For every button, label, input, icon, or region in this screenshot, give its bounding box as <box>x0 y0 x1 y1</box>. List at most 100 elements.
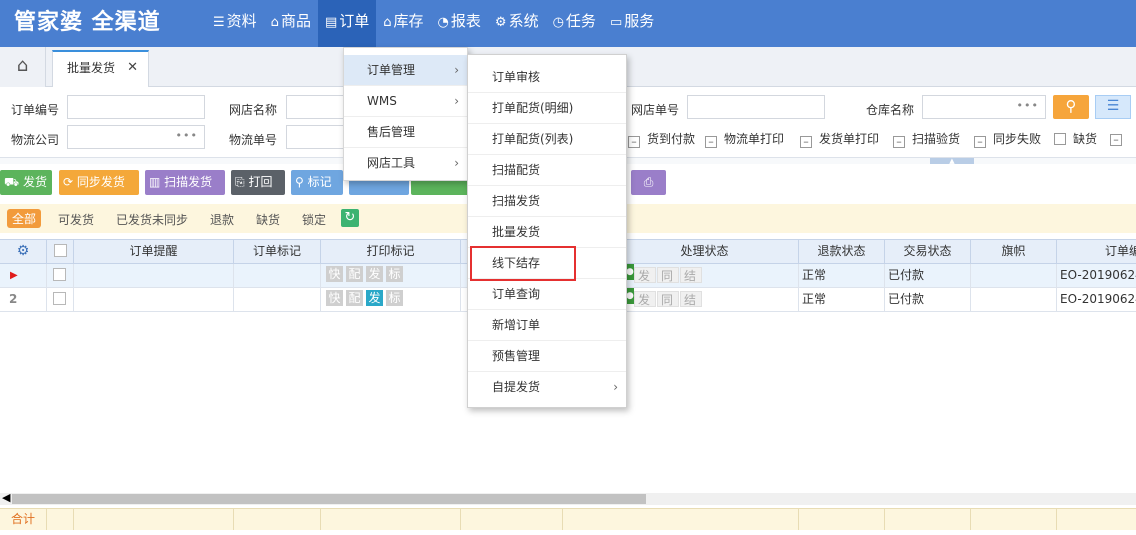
col-trade-status[interactable]: 交易状态 <box>885 240 971 263</box>
quick-filter-shipped-unsynced[interactable]: 已发货未同步 <box>116 211 188 228</box>
truck-icon: ⛟ <box>4 175 20 189</box>
col-flag[interactable]: 旗帜 <box>971 240 1057 263</box>
nav-item-data[interactable]: ☰ 资料 <box>206 0 264 47</box>
check-ship-doc-print[interactable]: – 发货单打印 <box>800 130 879 148</box>
nav-item-system[interactable]: ⚙ 系统 <box>488 0 546 47</box>
tab-label: 批量发货 <box>67 61 116 75</box>
nav-item-reports[interactable]: ◔ 报表 <box>431 0 488 47</box>
horizontal-scrollbar[interactable]: ◀ <box>0 491 1136 505</box>
submenu-order-review[interactable]: 订单审核 <box>468 62 626 93</box>
checkbox-empty-icon <box>1054 133 1066 145</box>
col-order-reminder[interactable]: 订单提醒 <box>74 240 234 263</box>
trade-status-cell: 已付款 <box>885 288 971 311</box>
nav-item-inventory[interactable]: ⌂ 库存 <box>376 0 430 47</box>
totals-footer: 合计 <box>0 508 1136 530</box>
checkbox-indeterminate-icon: – <box>893 136 905 148</box>
check-scan-verify[interactable]: – 扫描验货 <box>893 130 960 148</box>
total-cell <box>461 509 563 530</box>
submenu-presale[interactable]: 预售管理 <box>468 341 626 372</box>
total-label: 合计 <box>0 509 47 530</box>
gear-icon[interactable]: ⚙ <box>0 240 47 263</box>
ship-button[interactable]: ⛟ 发货 <box>0 170 52 195</box>
search-icon: ⚲ <box>1065 97 1077 115</box>
nav-item-tasks[interactable]: ◷ 任务 <box>546 0 603 47</box>
col-order-mark[interactable]: 订单标记 <box>234 240 321 263</box>
close-icon[interactable]: ✕ <box>127 52 138 84</box>
search-button[interactable]: ⚲ <box>1053 95 1089 119</box>
print-button[interactable]: ⎙ <box>631 170 666 195</box>
order-mark-cell <box>234 288 321 311</box>
row-select-cell[interactable] <box>47 264 74 287</box>
select-all-checkbox[interactable] <box>53 244 67 257</box>
quick-filter-shippable[interactable]: 可发货 <box>58 211 94 228</box>
stage-close: 结 <box>680 267 703 283</box>
submenu-scan-ship[interactable]: 扫描发货 <box>468 186 626 217</box>
submenu-print-pick-detail[interactable]: 打单配货(明细) <box>468 93 626 124</box>
mark-button[interactable]: ⚲ 标记 <box>291 170 343 195</box>
submenu-print-pick-list[interactable]: 打单配货(列表) <box>468 124 626 155</box>
col-refund-status[interactable]: 退款状态 <box>799 240 885 263</box>
check-label: 货到付款 <box>647 132 696 146</box>
select-all-cell[interactable] <box>47 240 74 263</box>
refresh-icon[interactable]: ↻ <box>341 209 359 227</box>
more-dots-icon: ••• <box>1016 99 1039 112</box>
total-cell <box>799 509 885 530</box>
stage-start-icon: ● <box>626 288 634 304</box>
logistics-company-select[interactable]: ••• <box>67 125 205 149</box>
row-select-cell[interactable] <box>47 288 74 311</box>
scan-ship-button[interactable]: ▥ 扫描发货 <box>145 170 225 195</box>
submenu-scan-pick[interactable]: 扫描配货 <box>468 155 626 186</box>
check-out-of-stock[interactable]: 缺货 <box>1054 130 1097 147</box>
submenu-order-query[interactable]: 订单查询 <box>468 279 626 310</box>
order-no-input[interactable] <box>67 95 205 119</box>
quick-filter-out-of-stock[interactable]: 缺货 <box>256 211 280 228</box>
print-back-button[interactable]: ⎘ 打回 <box>231 170 285 195</box>
quick-filter-refund[interactable]: 退款 <box>210 211 234 228</box>
checkbox-indeterminate-icon: – <box>628 136 640 148</box>
nav-label: 商品 <box>280 12 311 30</box>
nav-label: 报表 <box>450 12 481 30</box>
shop-order-no-input[interactable] <box>687 95 825 119</box>
logistics-no-input[interactable] <box>286 125 346 149</box>
nav-item-orders[interactable]: ▤ 订单 <box>317 0 377 47</box>
row-checkbox[interactable] <box>53 292 66 305</box>
check-more[interactable]: – <box>1110 130 1129 146</box>
menu-item-label: WMS <box>367 94 397 108</box>
shop-name-input[interactable] <box>286 95 346 119</box>
menu-item-after-sales[interactable]: 售后管理 <box>344 117 467 148</box>
chevron-right-icon: › <box>454 63 459 77</box>
check-logistics-print[interactable]: – 物流单打印 <box>705 130 784 148</box>
print-mark-cell: 快配发标 <box>321 288 461 311</box>
scroll-left-icon[interactable]: ◀ <box>2 491 10 504</box>
checkbox-indeterminate-icon: – <box>705 136 717 148</box>
submenu-batch-ship[interactable]: 批量发货 <box>468 217 626 248</box>
warehouse-select[interactable]: ••• <box>922 95 1046 119</box>
submenu-pickup-ship[interactable]: 自提发货 › <box>468 372 626 403</box>
menu-item-order-management[interactable]: 订单管理 › <box>344 55 467 86</box>
total-cell <box>971 509 1057 530</box>
document-icon: ▤ <box>324 15 338 30</box>
submenu-new-order[interactable]: 新增订单 <box>468 310 626 341</box>
collapse-arrow-icon[interactable]: ▲ <box>930 158 974 165</box>
button-label: 同步发货 <box>76 175 125 189</box>
nav-item-products[interactable]: ⌂ 商品 <box>264 0 318 47</box>
row-checkbox[interactable] <box>53 268 66 281</box>
col-print-mark[interactable]: 打印标记 <box>321 240 461 263</box>
shop-name-label: 网店名称 <box>229 103 278 117</box>
check-sync-failed[interactable]: – 同步失败 <box>974 130 1041 148</box>
shop-order-no-label: 网店单号 <box>631 103 680 117</box>
tab-batch-ship[interactable]: 批量发货 ✕ <box>52 50 149 87</box>
home-icon[interactable]: ⌂ <box>0 47 46 87</box>
scrollbar-thumb[interactable] <box>12 494 646 504</box>
col-order-no[interactable]: 订单编 <box>1057 240 1136 263</box>
menu-item-wms[interactable]: WMS › <box>344 86 467 117</box>
quick-filter-locked[interactable]: 锁定 <box>302 211 326 228</box>
more-filters-button[interactable]: ☰ <box>1095 95 1131 119</box>
nav-item-service[interactable]: ▭ 服务 <box>603 0 661 47</box>
quick-filter-all[interactable]: 全部 <box>7 209 42 228</box>
check-cod[interactable]: – 货到付款 <box>628 130 695 148</box>
sync-ship-button[interactable]: ⟳ 同步发货 <box>59 170 139 195</box>
clock-icon: ◷ <box>552 15 564 30</box>
menu-item-shop-tools[interactable]: 网店工具 › <box>344 148 467 179</box>
main-nav: ☰ 资料 ⌂ 商品 ▤ 订单 ⌂ 库存 ◔ 报表 ⚙ 系统 ◷ 任务 ▭ 服务 <box>206 0 661 47</box>
